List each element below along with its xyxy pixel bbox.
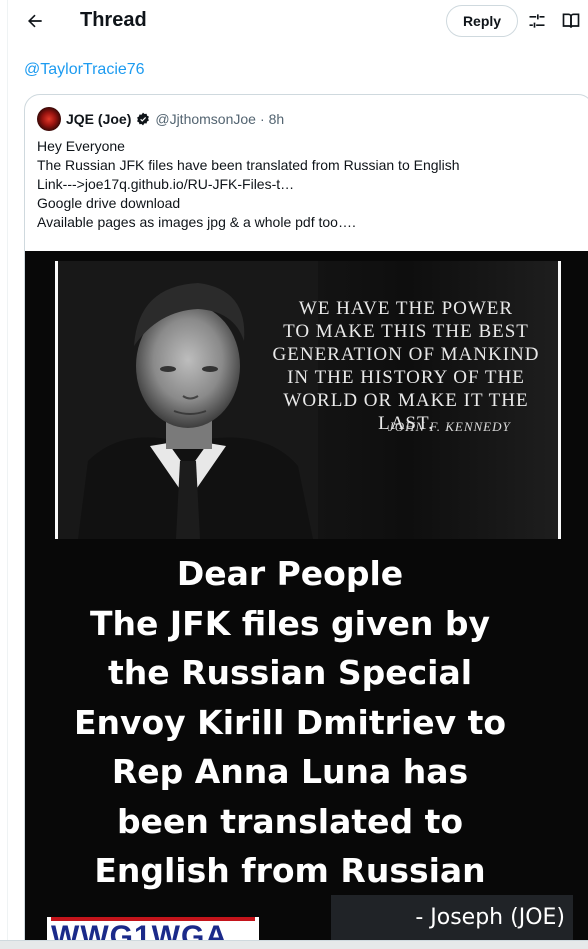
- image-headline: Dear People The JFK files given by the R…: [25, 549, 555, 896]
- replying-to-mention[interactable]: @TaylorTracie76: [24, 61, 145, 79]
- quote-text: We have the power to make this the best …: [256, 297, 556, 435]
- headline-line: The JFK files given by: [90, 603, 490, 643]
- back-button[interactable]: [22, 8, 48, 34]
- signature-text: - Joseph (JOE): [415, 905, 565, 930]
- quoted-post-text: Hey Everyone The Russian JFK files have …: [37, 137, 577, 232]
- sidebar-edge: [0, 0, 8, 949]
- sliders-icon: [529, 14, 545, 28]
- page-title: Thread: [80, 9, 147, 31]
- jfk-photo: We have the power to make this the best …: [55, 261, 561, 539]
- quote-line: in the history of the: [287, 367, 525, 388]
- reader-mode-button[interactable]: [560, 10, 582, 32]
- headline-line: English from Russian: [94, 851, 486, 890]
- author-handle[interactable]: @JjthomsonJoe: [155, 111, 256, 127]
- headline-line: Envoy Kirill Dmitriev to: [73, 702, 507, 742]
- text-line: Link--->joe17q.github.io/RU-JFK-Files-t…: [37, 176, 295, 192]
- reply-button[interactable]: Reply: [446, 5, 518, 37]
- avatar[interactable]: [37, 107, 61, 131]
- text-line: The Russian JFK files have been translat…: [37, 157, 460, 173]
- book-open-icon: [562, 13, 580, 28]
- verified-badge-icon: [136, 112, 150, 126]
- quote-author: John F. Kennedy: [388, 419, 511, 434]
- text-line: Hey Everyone: [37, 138, 125, 154]
- quote-line: generation of mankind: [272, 344, 540, 365]
- quote-line: to make this the best: [283, 321, 529, 342]
- arrow-left-icon: [28, 14, 42, 28]
- text-line: Google drive download: [37, 195, 181, 211]
- author-name[interactable]: JQE (Joe): [66, 111, 131, 127]
- text-line: Available pages as images jpg & a whole …: [37, 214, 356, 230]
- quoted-post-header: JQE (Joe) @JjthomsonJoe · 8h: [37, 107, 284, 131]
- bottom-scroll-bar: [0, 940, 588, 949]
- post-timestamp[interactable]: 8h: [269, 111, 285, 127]
- thread-header: Thread Reply: [8, 0, 588, 42]
- separator-dot: ·: [259, 111, 265, 127]
- headline-line: Rep Anna Luna has: [111, 752, 469, 791]
- headline-line: been translated to: [116, 801, 464, 841]
- quoted-post-card[interactable]: JQE (Joe) @JjthomsonJoe · 8h Hey Everyon…: [24, 94, 588, 949]
- post-image[interactable]: We have the power to make this the best …: [25, 251, 588, 949]
- quote-line: We have the power: [298, 298, 514, 319]
- filter-button[interactable]: [526, 10, 548, 32]
- headline-line: Dear People: [176, 554, 404, 593]
- headline-line: the Russian Special: [107, 653, 473, 692]
